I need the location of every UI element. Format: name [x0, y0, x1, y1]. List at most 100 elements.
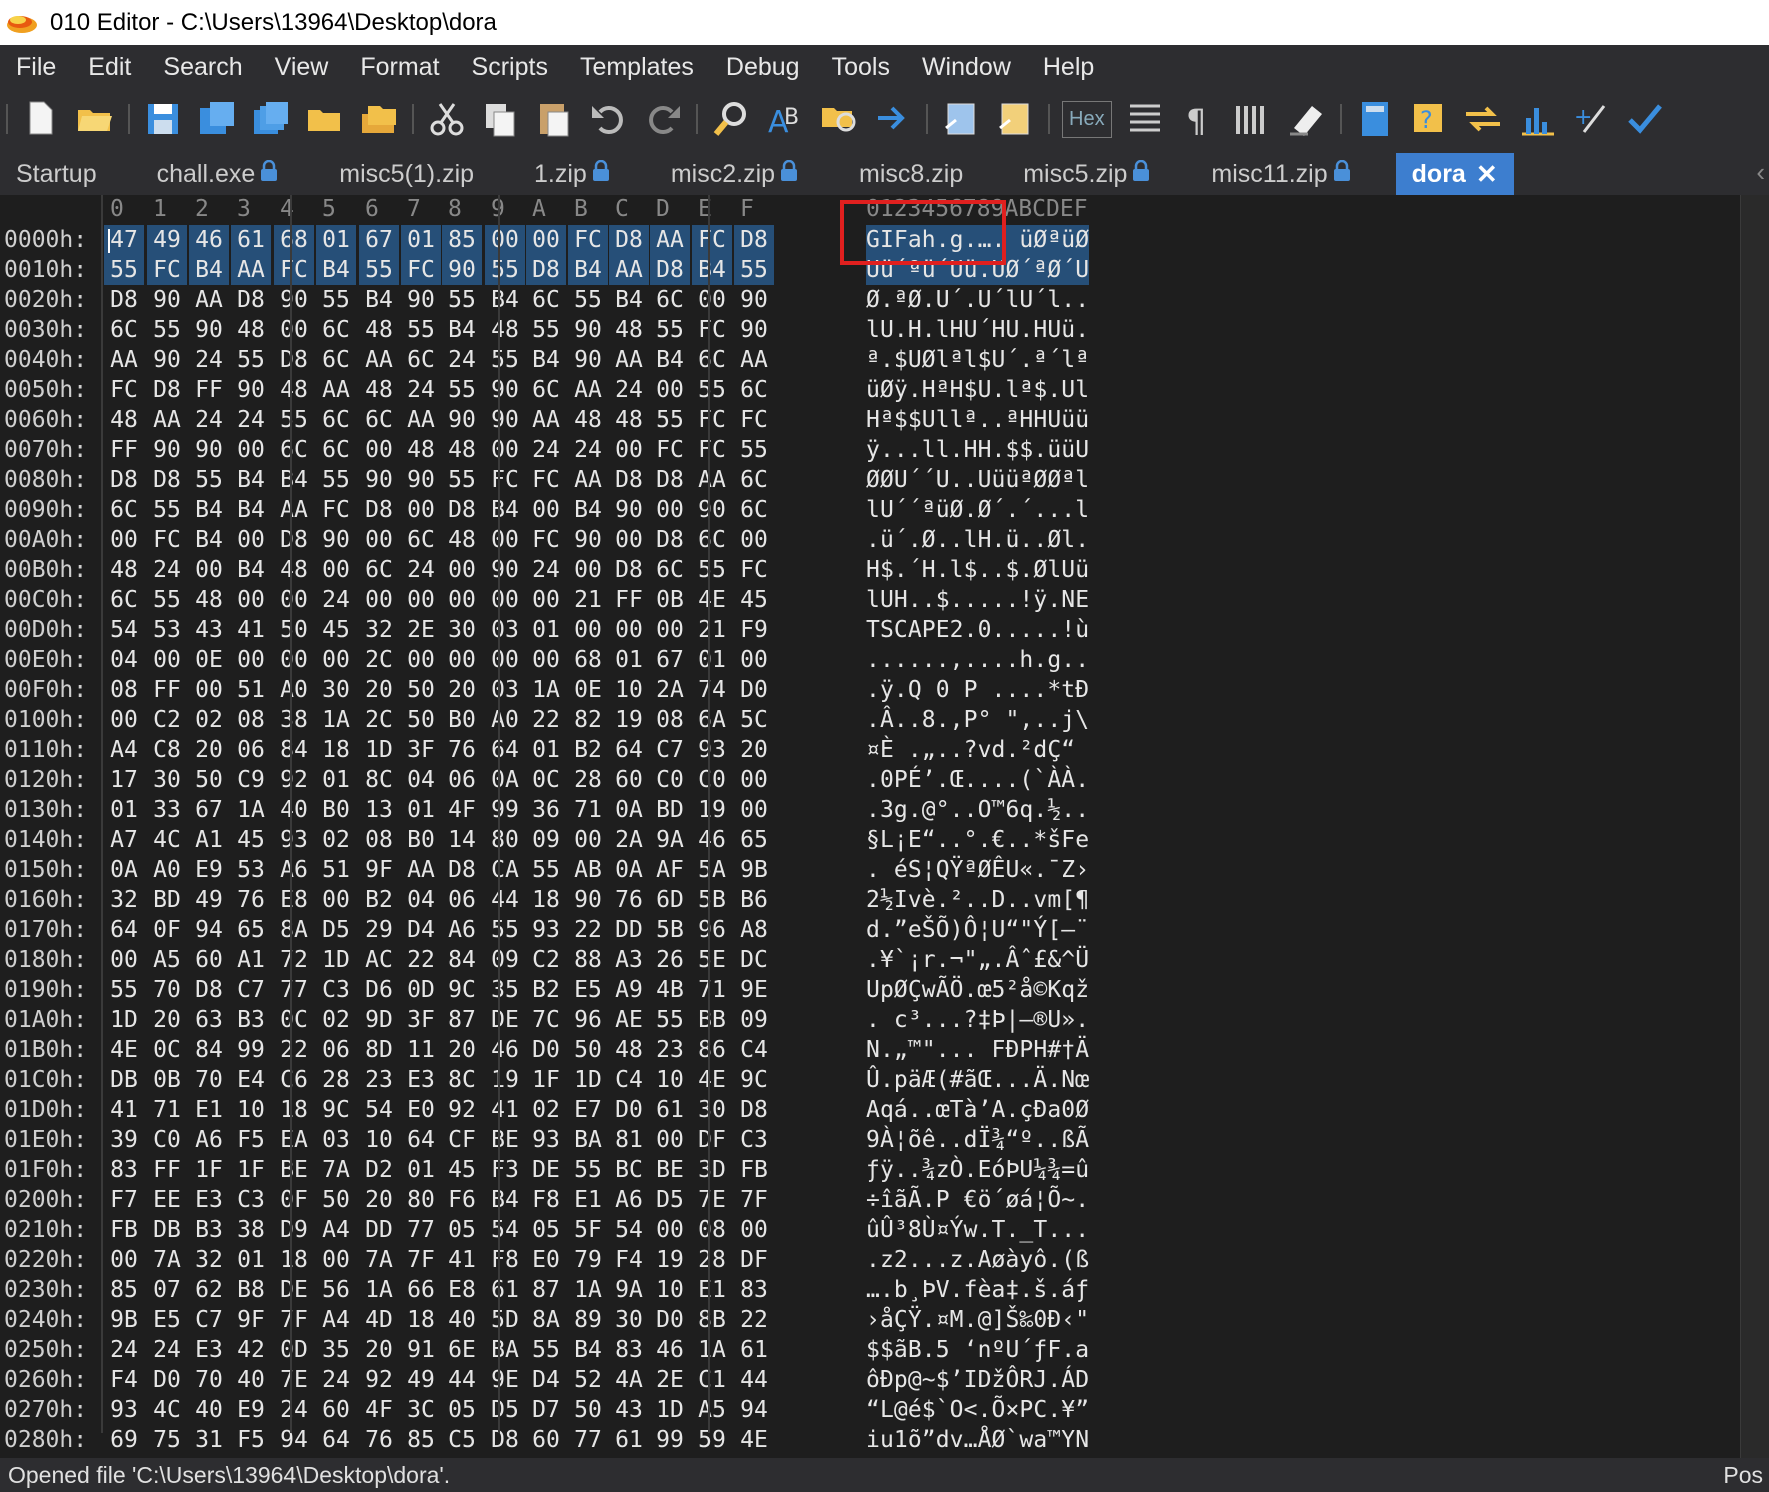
- hex-byte[interactable]: 54: [359, 1095, 399, 1125]
- hex-byte[interactable]: D8: [734, 1095, 774, 1125]
- hex-byte[interactable]: 00: [692, 285, 732, 315]
- hex-byte[interactable]: 0E: [189, 645, 229, 675]
- hex-byte[interactable]: 00: [526, 225, 566, 255]
- hex-byte[interactable]: B4: [274, 465, 314, 495]
- hex-byte[interactable]: CA: [485, 855, 525, 885]
- hex-row[interactable]: 00A0h: 00 FC B4 00 D8 90 00 6C 48 00 FC 90 00 D8 6C 00 .ü…: [0, 525, 1140, 555]
- hex-byte[interactable]: A0: [485, 705, 525, 735]
- hex-byte[interactable]: 62: [189, 1275, 229, 1305]
- hex-byte[interactable]: 1D: [104, 1005, 144, 1035]
- hex-byte[interactable]: 88: [568, 945, 608, 975]
- hex-byte[interactable]: A0: [274, 675, 314, 705]
- hex-byte[interactable]: 20: [189, 735, 229, 765]
- hex-byte[interactable]: 00: [568, 555, 608, 585]
- hex-byte[interactable]: C7: [189, 1305, 229, 1335]
- hex-byte[interactable]: B4: [568, 255, 608, 285]
- hex-byte[interactable]: 51: [316, 855, 356, 885]
- hex-byte[interactable]: 43: [609, 1395, 649, 1425]
- hex-byte[interactable]: FF: [104, 435, 144, 465]
- hex-byte[interactable]: 00: [231, 525, 271, 555]
- hex-byte[interactable]: 55: [189, 465, 229, 495]
- hex-byte[interactable]: 49: [401, 1365, 441, 1395]
- hex-byte[interactable]: FF: [609, 585, 649, 615]
- hex-byte[interactable]: 9E: [734, 975, 774, 1005]
- hex-byte[interactable]: 06: [316, 1035, 356, 1065]
- hex-byte[interactable]: 05: [442, 1395, 482, 1425]
- hex-byte[interactable]: D8: [526, 255, 566, 285]
- hex-byte[interactable]: 90: [485, 555, 525, 585]
- hex-byte[interactable]: D8: [609, 225, 649, 255]
- hex-byte[interactable]: D8: [104, 465, 144, 495]
- hex-byte[interactable]: 4C: [147, 1395, 187, 1425]
- hex-byte[interactable]: 55: [734, 255, 774, 285]
- ascii-text[interactable]: . éS¦QŸªØÊU«.¯Z›: [866, 855, 1089, 885]
- hex-byte[interactable]: 55: [485, 915, 525, 945]
- hex-byte[interactable]: 00: [568, 825, 608, 855]
- hex-byte[interactable]: 00: [231, 645, 271, 675]
- hex-byte[interactable]: 91: [401, 1335, 441, 1365]
- hex-byte[interactable]: 5D: [485, 1305, 525, 1335]
- hex-byte[interactable]: 83: [104, 1155, 144, 1185]
- hex-byte[interactable]: 81: [609, 1125, 649, 1155]
- hex-byte[interactable]: FC: [274, 255, 314, 285]
- hex-byte[interactable]: 77: [401, 1215, 441, 1245]
- hex-byte[interactable]: 28: [316, 1065, 356, 1095]
- ascii-text[interactable]: ûÛ³8Ù¤Ýw.T._T...: [866, 1215, 1089, 1245]
- hex-byte[interactable]: 48: [609, 405, 649, 435]
- hex-byte[interactable]: F5: [231, 1125, 271, 1155]
- hex-byte[interactable]: E1: [189, 1095, 229, 1125]
- tab-misc11-zip[interactable]: misc11.zip: [1195, 153, 1367, 195]
- hex-byte[interactable]: 93: [104, 1395, 144, 1425]
- hex-byte[interactable]: 6C: [734, 465, 774, 495]
- hex-byte[interactable]: 0D: [401, 975, 441, 1005]
- ascii-text[interactable]: .z2...z.Aøàyô.(ß: [866, 1245, 1089, 1275]
- hex-byte[interactable]: 00: [609, 435, 649, 465]
- hex-byte[interactable]: 90: [485, 375, 525, 405]
- menu-search[interactable]: Search: [147, 45, 258, 89]
- hex-byte[interactable]: 55: [401, 315, 441, 345]
- hex-byte[interactable]: 7F: [734, 1185, 774, 1215]
- hex-byte[interactable]: 8B: [692, 1305, 732, 1335]
- hex-byte[interactable]: 93: [274, 825, 314, 855]
- hex-byte[interactable]: 30: [147, 765, 187, 795]
- hex-row[interactable]: 0180h: 00 A5 60 A1 72 1D AC 22 84 09 C2 88 A3 26 5E DC .¥…: [0, 945, 1140, 975]
- ascii-text[interactable]: d.”eŠÕ)Ô¦U“"Ý[–¨: [866, 915, 1089, 945]
- hex-byte[interactable]: 92: [442, 1095, 482, 1125]
- hex-byte[interactable]: 23: [359, 1065, 399, 1095]
- hex-byte[interactable]: 00: [734, 795, 774, 825]
- hex-byte[interactable]: 46: [485, 1035, 525, 1065]
- hex-byte[interactable]: 9F: [359, 855, 399, 885]
- hex-byte[interactable]: 55: [650, 315, 690, 345]
- hex-byte[interactable]: B4: [568, 1335, 608, 1365]
- hex-byte[interactable]: 00: [442, 645, 482, 675]
- hex-byte[interactable]: AF: [650, 855, 690, 885]
- hex-byte[interactable]: 24: [401, 375, 441, 405]
- ascii-text[interactable]: TSCAPE2.0.....!ù: [866, 615, 1089, 645]
- hex-byte[interactable]: 00: [442, 555, 482, 585]
- menu-templates[interactable]: Templates: [564, 45, 710, 89]
- hex-byte[interactable]: 54: [104, 615, 144, 645]
- hex-byte[interactable]: 00: [274, 315, 314, 345]
- hex-byte[interactable]: 68: [568, 645, 608, 675]
- hex-byte[interactable]: 01: [401, 795, 441, 825]
- hex-byte[interactable]: AA: [401, 855, 441, 885]
- hex-byte[interactable]: 55: [650, 1005, 690, 1035]
- hex-byte[interactable]: C2: [147, 705, 187, 735]
- hex-byte[interactable]: AA: [568, 375, 608, 405]
- hex-byte[interactable]: 00: [401, 585, 441, 615]
- hex-byte[interactable]: E9: [189, 855, 229, 885]
- hex-byte[interactable]: 6C: [401, 345, 441, 375]
- hex-byte[interactable]: 01: [401, 225, 441, 255]
- hex-byte[interactable]: 01: [231, 1245, 271, 1275]
- hex-byte[interactable]: 00: [359, 435, 399, 465]
- hex-byte[interactable]: 67: [650, 645, 690, 675]
- tab-scroll-left-icon[interactable]: ‹: [1756, 157, 1765, 188]
- hex-byte[interactable]: A4: [316, 1215, 356, 1245]
- hex-byte[interactable]: B0: [401, 825, 441, 855]
- hex-byte[interactable]: EA: [274, 1125, 314, 1155]
- hex-byte[interactable]: 6C: [316, 405, 356, 435]
- hex-byte[interactable]: D6: [359, 975, 399, 1005]
- hex-byte[interactable]: 52: [568, 1365, 608, 1395]
- hex-byte[interactable]: 00: [568, 615, 608, 645]
- hex-byte[interactable]: 00: [485, 225, 525, 255]
